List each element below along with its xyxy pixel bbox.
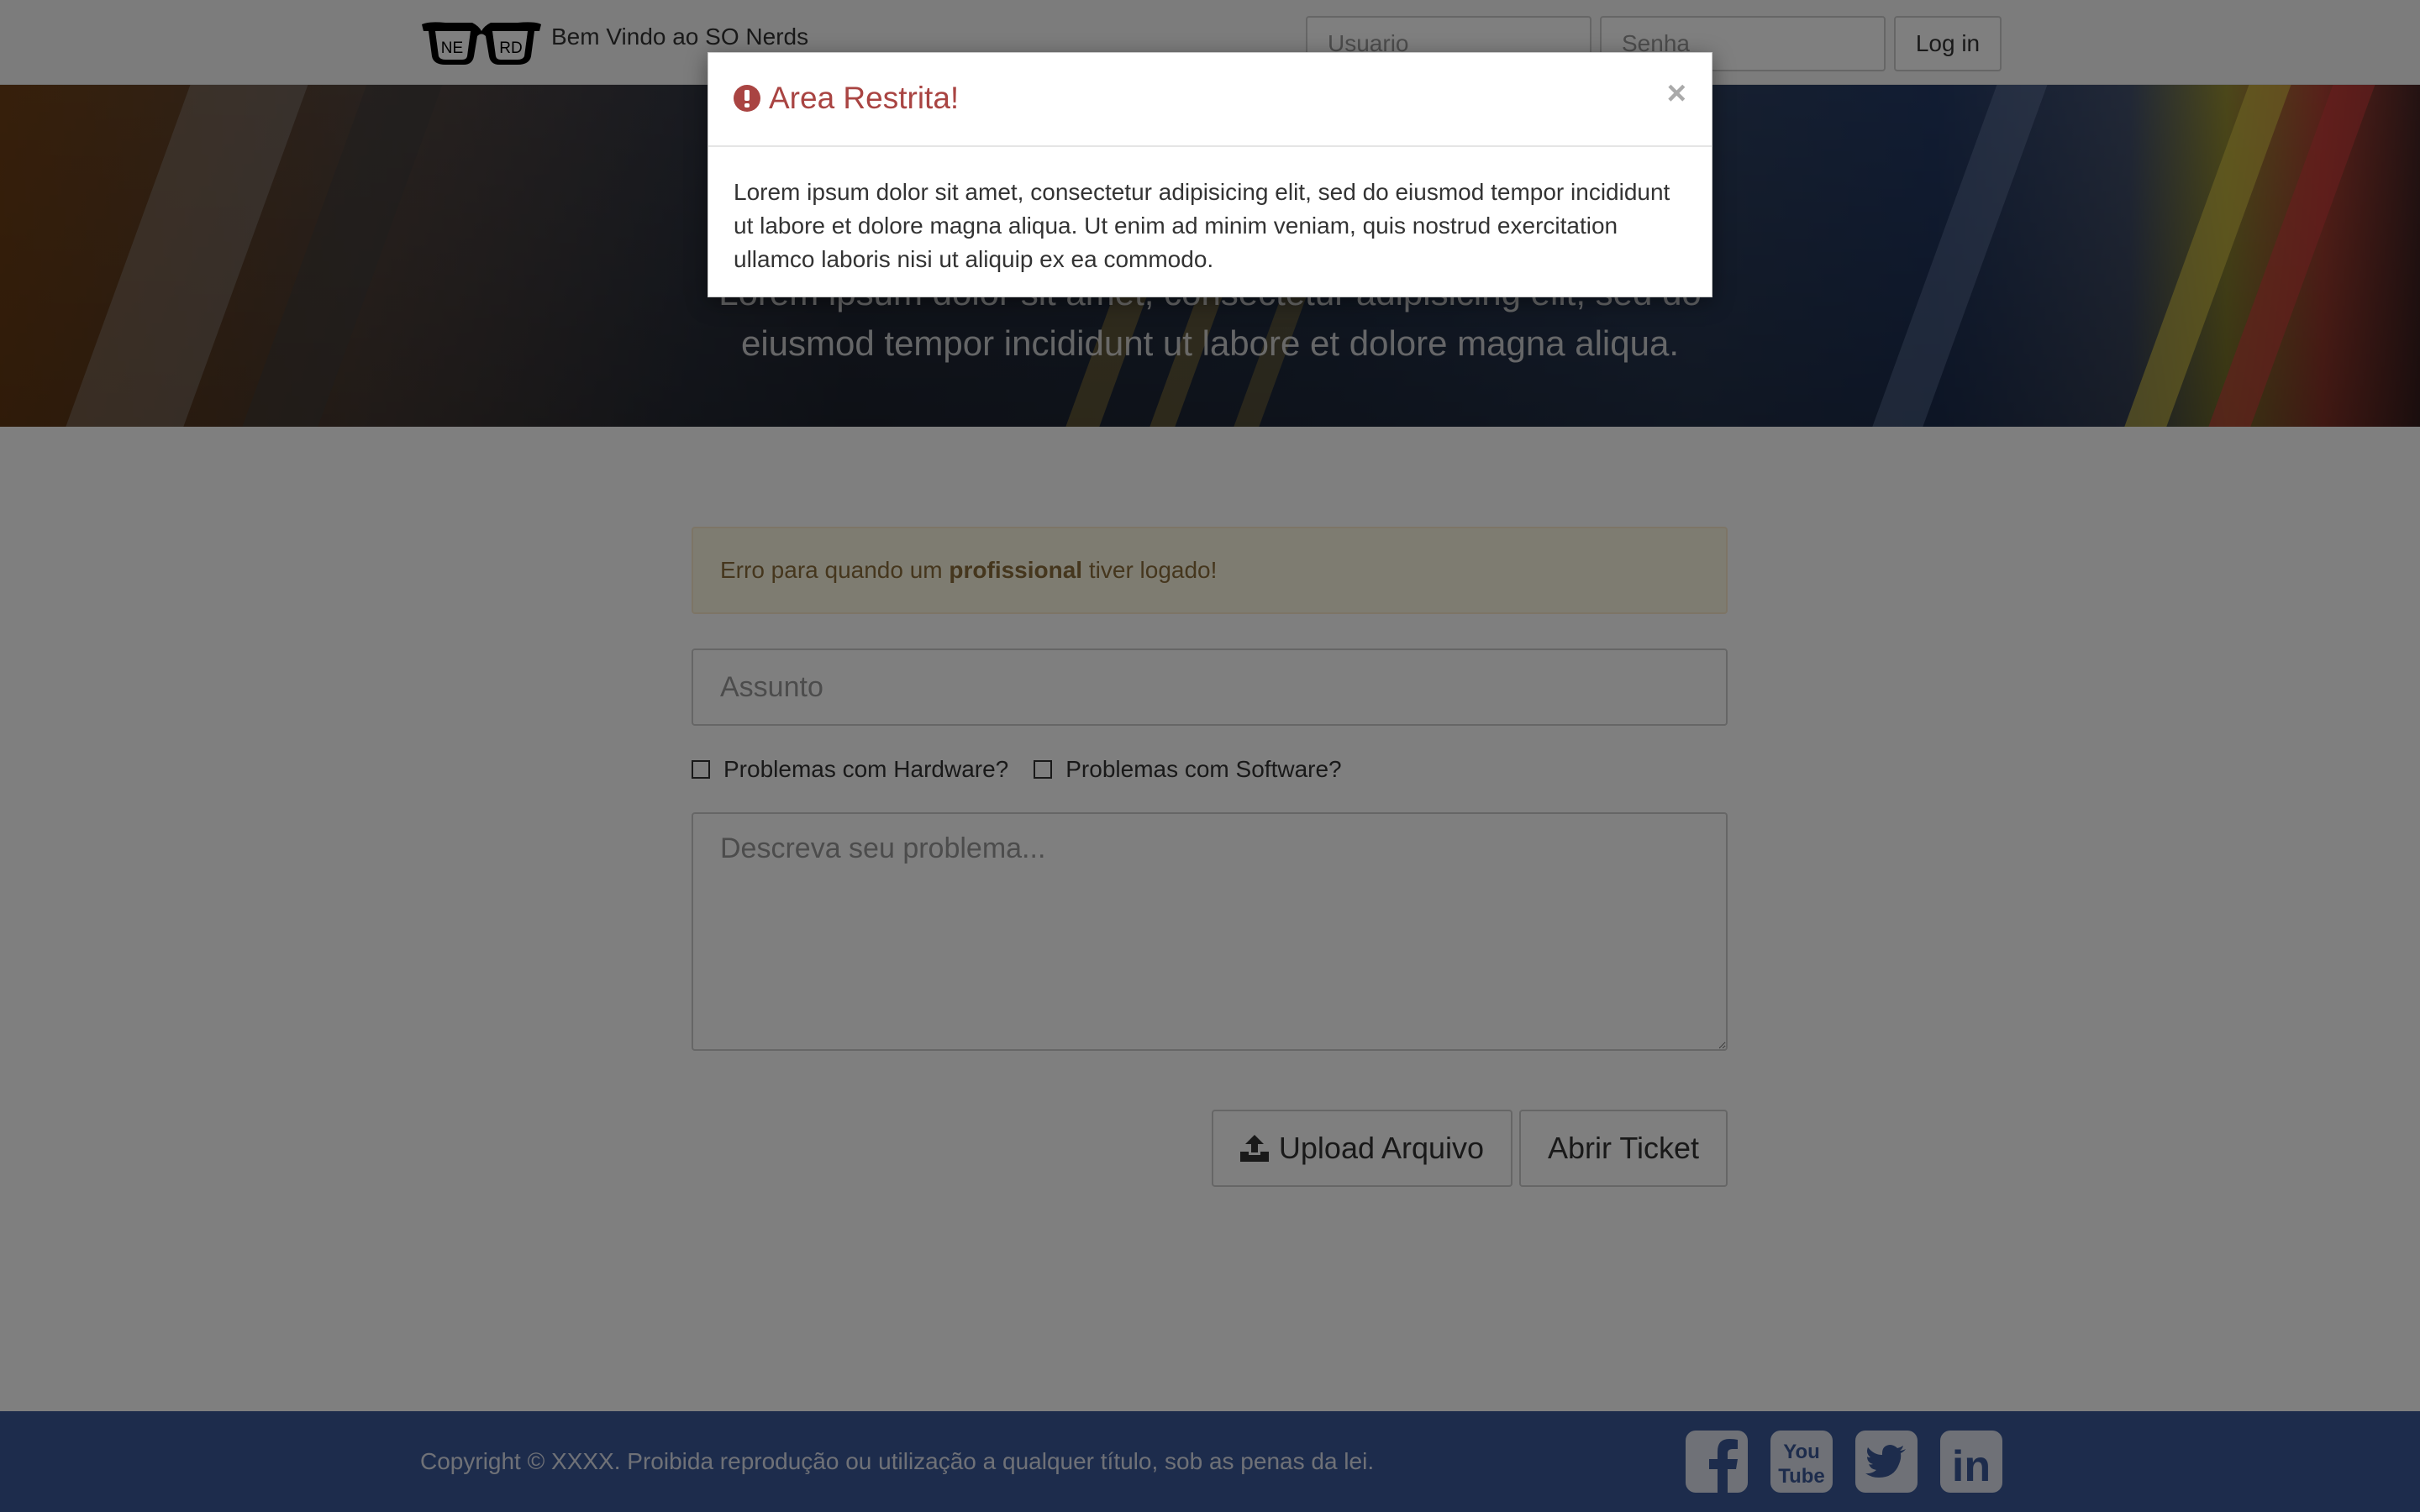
modal-title-text: Area Restrita! (769, 81, 960, 115)
close-icon[interactable]: × (1667, 76, 1686, 110)
restricted-area-modal: Area Restrita! × Lorem ipsum dolor sit a… (708, 52, 1712, 297)
exclamation-circle-icon (734, 85, 760, 112)
modal-header: Area Restrita! × (708, 53, 1712, 147)
modal-body: Lorem ipsum dolor sit amet, consectetur … (734, 179, 1670, 272)
modal-title: Area Restrita! (734, 81, 959, 116)
